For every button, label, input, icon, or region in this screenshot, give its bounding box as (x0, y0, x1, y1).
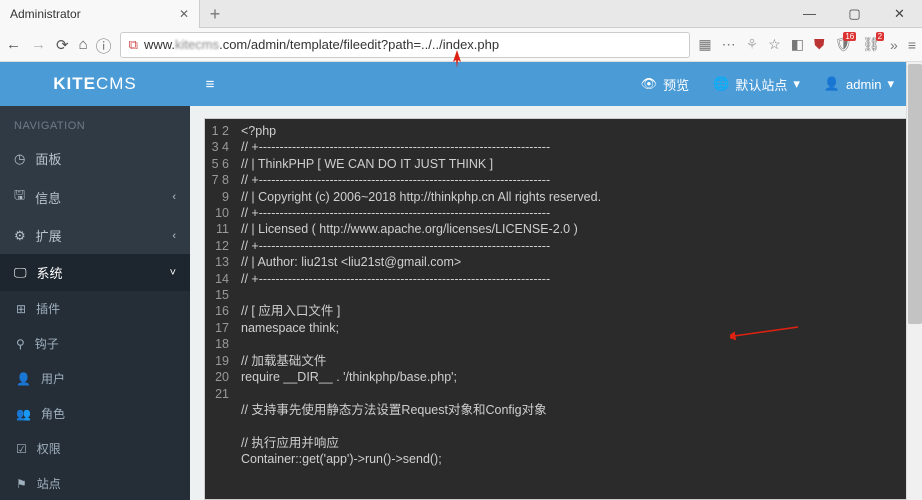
sidebar-item-label: 站点 (37, 475, 61, 492)
badge-count: 16 (843, 32, 856, 41)
sidebar-subitem-插件[interactable]: ⊞ 插件 (0, 291, 190, 326)
globe-icon: 🌐 (713, 76, 729, 92)
users-icon: 👥 (16, 407, 31, 421)
sidebar-item-label: 扩展 (36, 226, 62, 245)
save-icon: 🖫 (14, 186, 25, 208)
line-gutter: 1 2 3 4 5 6 7 8 9 10 11 12 13 14 15 16 1… (205, 119, 235, 499)
forward-button[interactable]: → (31, 36, 46, 53)
chevron-icon: ‹ (172, 191, 176, 203)
preview-link[interactable]: 👁 预览 (641, 75, 690, 94)
user-menu[interactable]: 👤 admin ▾ (824, 76, 894, 92)
preview-label: 预览 (663, 75, 689, 94)
lock-off-icon: ⧉ (129, 37, 138, 53)
code-editor[interactable]: 1 2 3 4 5 6 7 8 9 10 11 12 13 14 15 16 1… (204, 118, 908, 500)
sidebar-item-label: 用户 (41, 370, 65, 387)
user-icon: 👤 (824, 76, 840, 92)
browser-tab[interactable]: Administrator ✕ (0, 0, 200, 28)
home-button[interactable]: ⌂ (79, 36, 88, 53)
url-part1: www. (144, 37, 175, 52)
ext1-icon[interactable]: ◧ (791, 36, 804, 53)
sidebar-item-label: 插件 (36, 300, 60, 317)
brand-light: CMS (96, 74, 137, 93)
ext-shield-icon[interactable]: 🛡16 (834, 36, 852, 53)
sidebar-item-信息[interactable]: 🖫 信息 ‹ (0, 177, 190, 217)
gauge-icon: ◷ (14, 151, 25, 167)
close-tab-icon[interactable]: ✕ (179, 7, 189, 21)
main-panel: 1 2 3 4 5 6 7 8 9 10 11 12 13 14 15 16 1… (190, 106, 922, 500)
sidebar-item-扩展[interactable]: ⚙ 扩展 ‹ (0, 217, 190, 254)
sidebar: NAVIGATION ◷ 面板 🖫 信息 ‹ ⚙ 扩展 ‹ 🖵 系统 ˅ ⊞ 插件 ⚲ 钩子 👤 用户 👥 角色 ☑… (0, 106, 190, 500)
url-part2: .com/admin/template/fileedit?path=../../… (219, 37, 499, 52)
laptop-icon: 🖵 (14, 265, 27, 281)
hook-icon: ⚲ (16, 337, 25, 351)
browser-tabbar: Administrator ✕ + — ▢ ✕ (0, 0, 922, 28)
scrollbar-thumb[interactable] (908, 64, 922, 324)
chevron-down-icon: ▾ (793, 76, 800, 92)
gear-icon: ⚙ (14, 228, 26, 244)
code-content[interactable]: <?php // +------------------------------… (235, 119, 907, 499)
menu-icon[interactable]: ≡ (908, 37, 916, 53)
user-icon: 👤 (16, 372, 31, 386)
back-button[interactable]: ← (6, 36, 21, 53)
close-window-button[interactable]: ✕ (877, 6, 922, 22)
site-label: 默认站点 (735, 75, 787, 94)
user-label: admin (846, 77, 881, 92)
chevron-icon: ‹ (172, 230, 176, 242)
brand-bold: KITE (53, 74, 96, 93)
bookmark-icon[interactable]: ☆ (768, 36, 781, 53)
sidebar-subitem-权限[interactable]: ☑ 权限 (0, 431, 190, 466)
chevron-icon: ˅ (170, 267, 176, 279)
tab-title: Administrator (10, 7, 81, 21)
sidebar-subitem-用户[interactable]: 👤 用户 (0, 361, 190, 396)
sidebar-section-header: NAVIGATION (0, 106, 190, 140)
sidebar-item-label: 面板 (35, 149, 61, 168)
new-tab-button[interactable]: + (200, 2, 230, 26)
sidebar-item-label: 钩子 (35, 335, 59, 352)
vertical-scrollbar[interactable] (906, 62, 922, 500)
badge-count: 2 (876, 32, 884, 41)
url-right-icons: ▦ ⋯ ⚘ ☆ ◧ ⛊ 🛡16 ⛓2 » ≡ (698, 36, 916, 53)
chevron-down-icon: ▾ (887, 76, 894, 92)
maximize-button[interactable]: ▢ (832, 6, 877, 22)
info-icon[interactable]: ⓘ (96, 33, 112, 57)
qr-icon[interactable]: ▦ (698, 36, 711, 53)
window-controls: — ▢ ✕ (787, 6, 922, 22)
minimize-button[interactable]: — (787, 6, 832, 22)
sidebar-subitem-角色[interactable]: 👥 角色 (0, 396, 190, 431)
sidebar-toggle[interactable]: ≡ (190, 76, 230, 93)
reload-button[interactable]: ⟳ (56, 36, 69, 54)
app-header: KITECMS ≡ 👁 预览 🌐 默认站点 ▾ 👤 admin ▾ (0, 62, 922, 106)
reader-icon[interactable]: ⚘ (746, 36, 759, 53)
sidebar-item-label: 系统 (37, 263, 63, 282)
ext-link-icon[interactable]: ⛓2 (862, 36, 880, 53)
sidebar-subitem-钩子[interactable]: ⚲ 钩子 (0, 326, 190, 361)
eye-icon: 👁 (641, 76, 658, 92)
sidebar-item-label: 信息 (35, 188, 61, 207)
overflow-icon[interactable]: » (890, 37, 898, 53)
workspace: NAVIGATION ◷ 面板 🖫 信息 ‹ ⚙ 扩展 ‹ 🖵 系统 ˅ ⊞ 插件 ⚲ 钩子 👤 用户 👥 角色 ☑… (0, 106, 922, 500)
browser-urlbar: ← → ⟳ ⌂ ⓘ ⧉ www.kitecms.com/admin/templa… (0, 28, 922, 62)
nav-buttons: ← → ⟳ ⌂ (6, 36, 88, 54)
brand-logo[interactable]: KITECMS (0, 74, 190, 94)
plus-icon: ⊞ (16, 302, 26, 316)
globe-icon: ⚑ (16, 477, 27, 491)
site-selector[interactable]: 🌐 默认站点 ▾ (713, 75, 800, 94)
sidebar-item-面板[interactable]: ◷ 面板 (0, 140, 190, 177)
sidebar-item-label: 权限 (37, 440, 61, 457)
url-blurred: kitecms (175, 37, 219, 52)
blocker-icon[interactable]: ⛊ (814, 36, 825, 53)
sidebar-item-系统[interactable]: 🖵 系统 ˅ (0, 254, 190, 291)
sidebar-item-label: 角色 (41, 405, 65, 422)
url-input[interactable]: ⧉ www.kitecms.com/admin/template/fileedi… (120, 32, 691, 58)
shield-icon: ☑ (16, 442, 27, 456)
more-icon[interactable]: ⋯ (722, 36, 736, 53)
sidebar-subitem-站点[interactable]: ⚑ 站点 (0, 466, 190, 500)
